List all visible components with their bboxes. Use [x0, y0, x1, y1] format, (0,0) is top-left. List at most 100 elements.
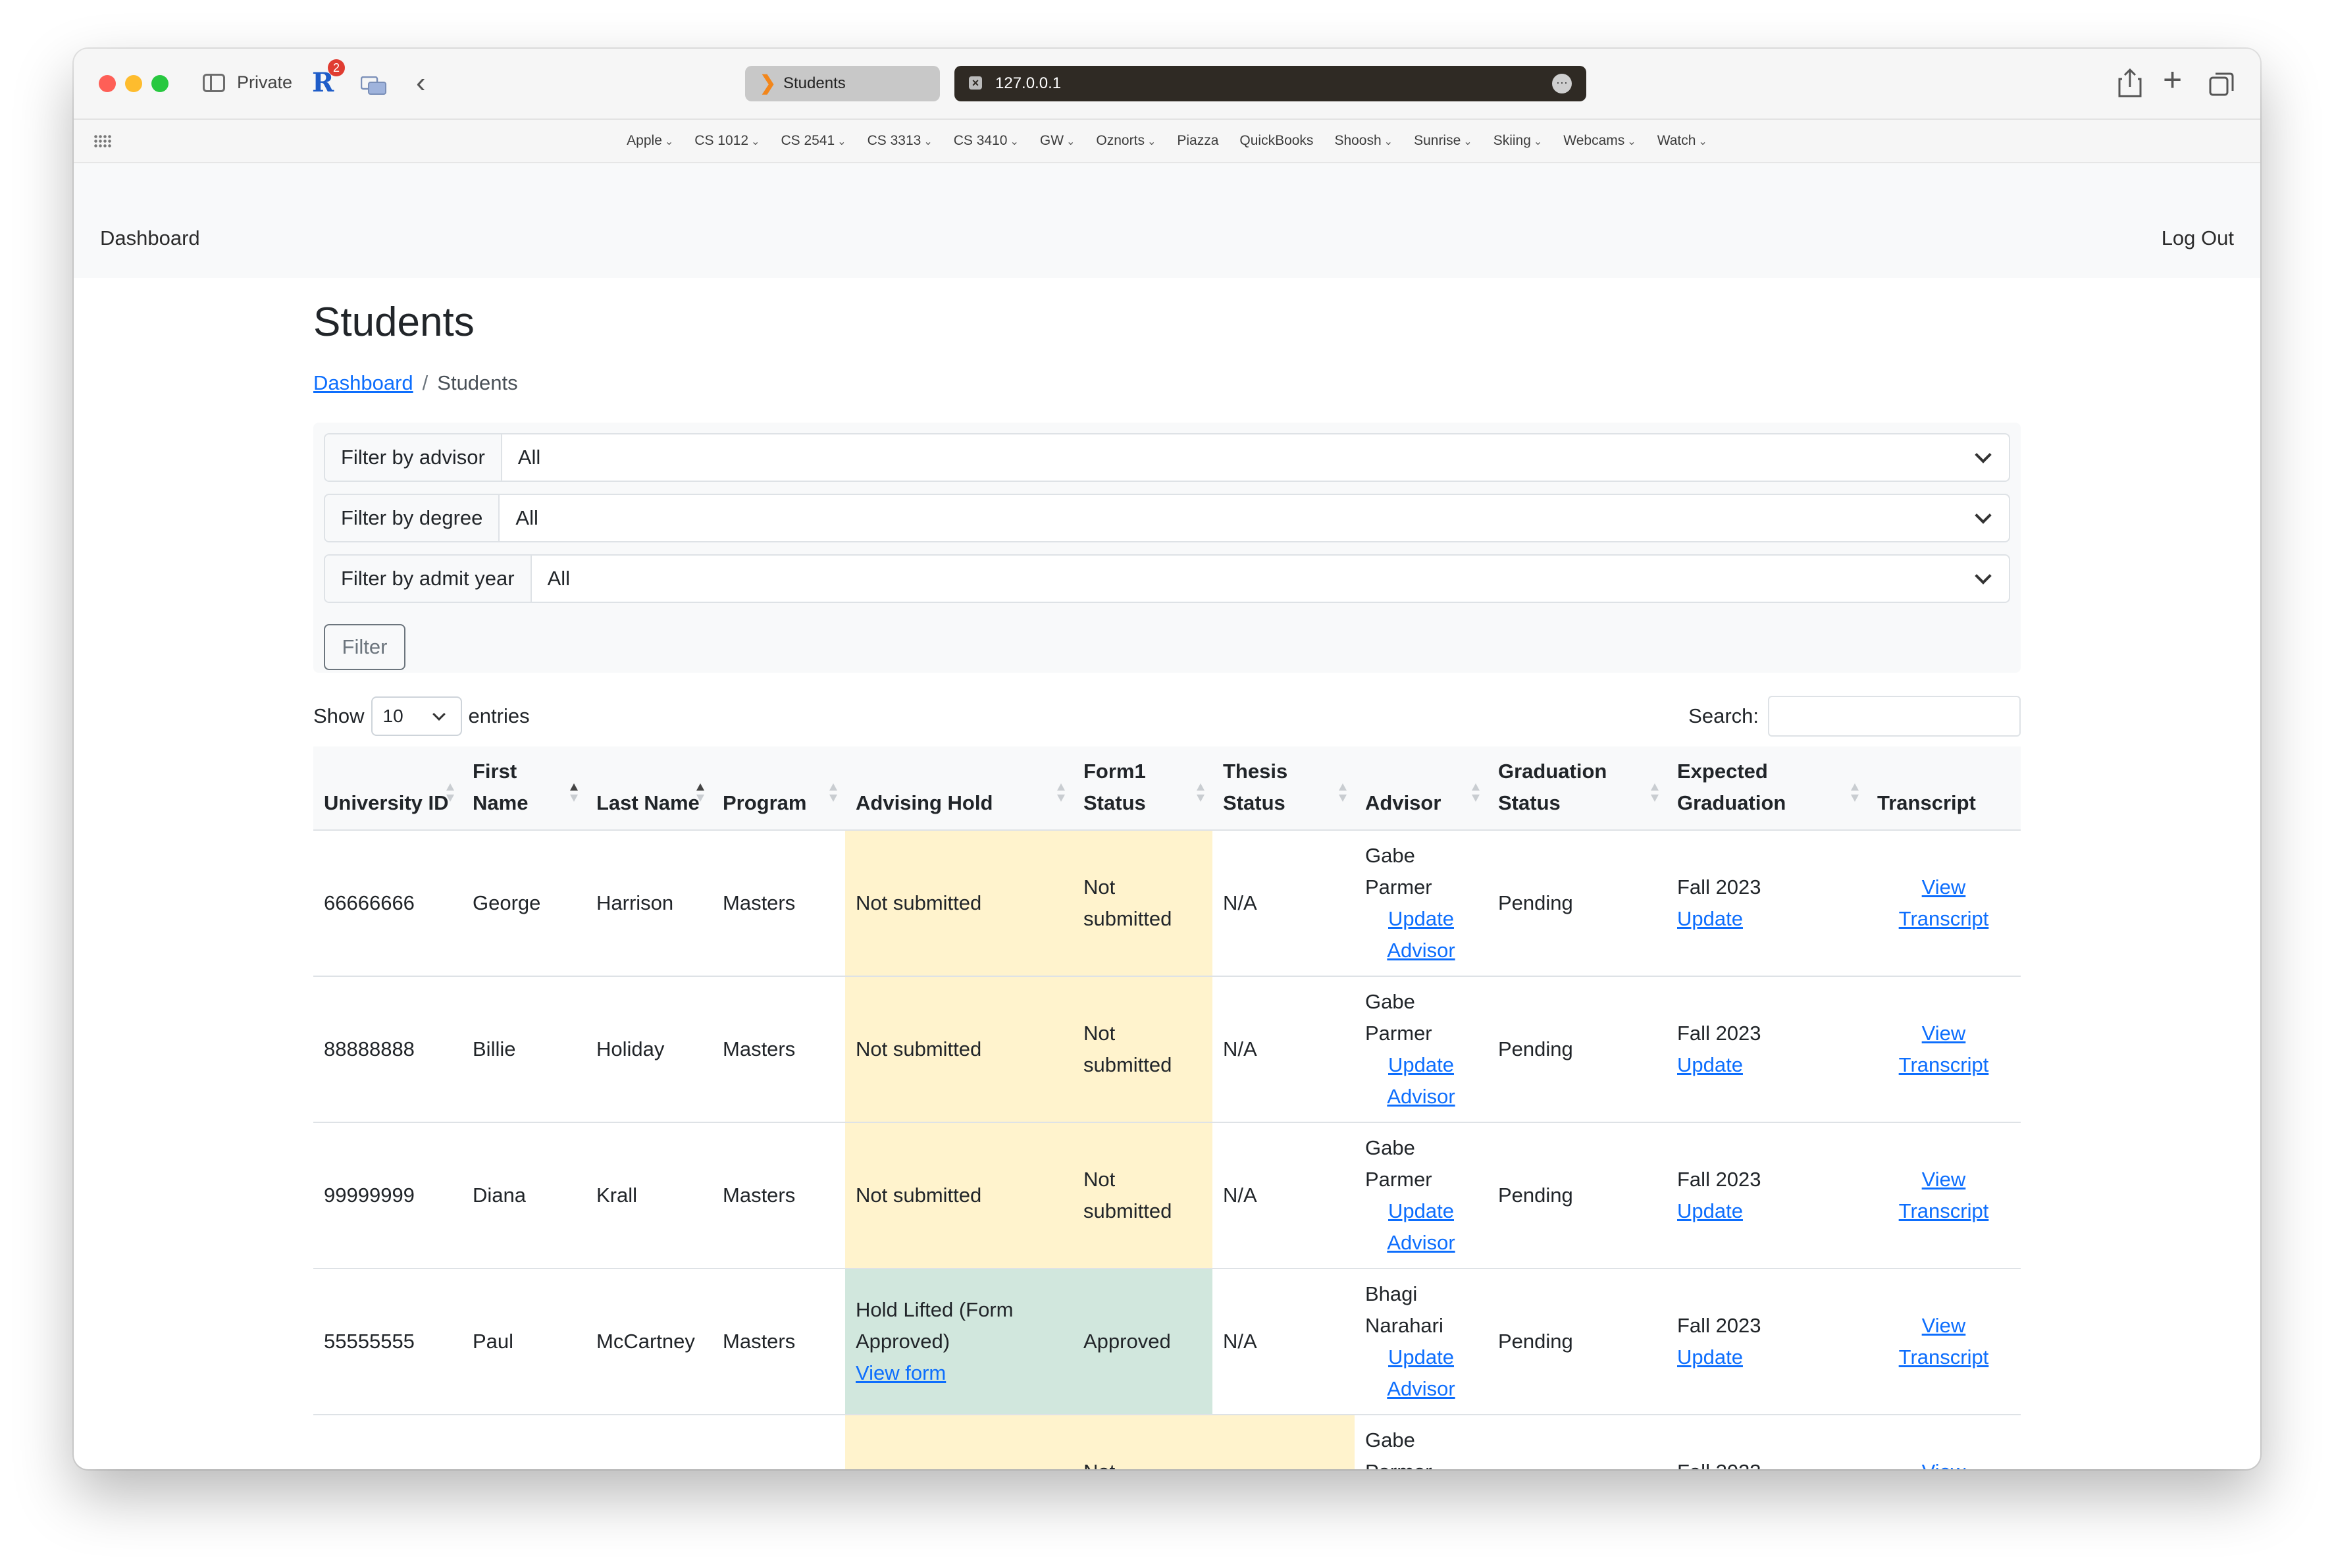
sort-icon — [1472, 783, 1480, 803]
logout-link[interactable]: Log Out — [2162, 226, 2234, 250]
view-form-link[interactable]: View form — [856, 1361, 946, 1384]
breadcrumb: Dashboard / Students — [313, 371, 518, 395]
expected-graduation-cell-text: Fall 2023 — [1677, 1168, 1761, 1191]
update-graduation-link[interactable]: Update — [1677, 1346, 1743, 1369]
form1-status-cell-text: Approved — [1083, 1330, 1171, 1353]
favorite-label: CS 2541 — [781, 133, 835, 148]
new-tab-plus-icon[interactable]: + — [2163, 63, 2182, 96]
column-header[interactable]: Advisor — [1355, 746, 1488, 831]
favorite-item[interactable]: Shoosh ⌄ — [1334, 133, 1393, 149]
column-header[interactable]: University ID — [313, 746, 462, 831]
favorite-item[interactable]: Sunrise ⌄ — [1414, 133, 1472, 149]
favorite-item[interactable]: CS 1012 ⌄ — [694, 133, 760, 149]
favorite-item[interactable]: GW ⌄ — [1040, 133, 1076, 149]
share-icon[interactable] — [2117, 68, 2143, 97]
breadcrumb-dashboard-link[interactable]: Dashboard — [313, 371, 413, 394]
nav-dashboard-link[interactable]: Dashboard — [100, 226, 200, 250]
search-input[interactable] — [1768, 696, 2021, 737]
advisor-select[interactable]: All — [502, 434, 2009, 481]
close-window-button[interactable] — [99, 75, 116, 92]
advising-hold-cell: Not submitted — [845, 976, 1073, 1123]
filter-button[interactable]: Filter — [324, 624, 405, 670]
update-graduation-link[interactable]: Update — [1677, 907, 1743, 930]
first-name-cell-text: Diana — [473, 1184, 526, 1207]
program-cell: PhD — [712, 1415, 845, 1469]
advisor-cell: Bhagi Narahari Update Advisor — [1355, 1268, 1488, 1415]
column-header-label: Program — [723, 791, 807, 814]
update-advisor-link[interactable]: Update Advisor — [1365, 1342, 1477, 1405]
column-header[interactable]: Expected Graduation — [1667, 746, 1867, 831]
address-bar[interactable]: × 127.0.0.1 ··· — [954, 66, 1586, 101]
form1-status-cell-text: Not submitted — [1083, 1168, 1172, 1222]
browser-toolbar: Private R 2 ‹ ❯ Students × 127.0.0.1 ···… — [74, 49, 2260, 120]
program-cell: Masters — [712, 1268, 845, 1415]
sort-icon — [446, 783, 454, 803]
thesis-status-cell: N/A — [1212, 976, 1355, 1123]
university-id-cell-text: 88888888 — [324, 1037, 415, 1060]
view-transcript-link[interactable]: View Transcript — [1899, 1022, 1989, 1076]
column-header[interactable]: Thesis Status — [1212, 746, 1355, 831]
column-header[interactable]: Transcript — [1867, 746, 2021, 831]
update-advisor-link[interactable]: Update Advisor — [1365, 903, 1477, 966]
view-transcript-link[interactable]: View Transcript — [1899, 1168, 1989, 1222]
favorite-item[interactable]: CS 2541 ⌄ — [781, 133, 846, 149]
degree-select[interactable]: All — [500, 495, 2009, 541]
extension-badge: 2 — [328, 59, 345, 76]
column-header[interactable]: Advising Hold — [845, 746, 1073, 831]
favorite-item[interactable]: CS 3410 ⌄ — [954, 133, 1019, 149]
show-label: Show — [313, 704, 365, 727]
zoom-window-button[interactable] — [151, 75, 169, 92]
sort-icon — [1851, 783, 1859, 803]
table-row: 00000001RingoStarrPhDNot submittedNot su… — [313, 1415, 2021, 1469]
page-length-select[interactable]: 10 — [371, 696, 462, 736]
update-advisor-link[interactable]: Update Advisor — [1365, 1195, 1477, 1259]
favorite-item[interactable]: Piazza — [1177, 133, 1218, 149]
column-header[interactable]: Form1 Status — [1073, 746, 1212, 831]
favorite-item[interactable]: QuickBooks — [1239, 133, 1313, 149]
form1-status-cell: Not submitted — [1073, 830, 1212, 977]
program-cell-text: Masters — [723, 891, 796, 914]
chevron-down-icon: ⌄ — [1698, 136, 1707, 147]
last-name-cell: Harrison — [586, 830, 712, 977]
tab-students[interactable]: ❯ Students — [745, 66, 940, 101]
favorite-item[interactable]: Watch ⌄ — [1657, 133, 1707, 149]
table-row: 99999999 Diana Krall Masters Not submitted No… — [313, 1122, 2021, 1269]
last-name-cell-text: Holiday — [596, 1037, 665, 1060]
last-name-cell-text: Harrison — [596, 891, 674, 914]
breadcrumb-separator: / — [422, 371, 428, 394]
tab-title: Students — [783, 74, 846, 92]
favorite-item[interactable]: Apple ⌄ — [627, 133, 673, 149]
university-id-cell: 99999999 — [313, 1122, 462, 1269]
column-header[interactable]: First Name — [462, 746, 586, 831]
column-header[interactable]: Program — [712, 746, 845, 831]
transcript-cell: View Transcript — [1867, 976, 2021, 1123]
tab-overview-icon[interactable] — [2209, 71, 2235, 97]
update-graduation-link[interactable]: Update — [1677, 1199, 1743, 1222]
first-name-cell: George — [462, 830, 586, 977]
more-options-icon[interactable]: ··· — [1552, 74, 1572, 93]
university-id-cell: 66666666 — [313, 830, 462, 977]
sidebar-icon[interactable] — [203, 74, 225, 92]
admit-year-select[interactable]: All — [532, 556, 2009, 602]
favorite-item[interactable]: Webcams ⌄ — [1563, 133, 1636, 149]
back-arrow-icon[interactable]: ‹ — [416, 68, 426, 97]
view-transcript-link[interactable]: View Transcript — [1899, 875, 1989, 930]
column-header-label: Advisor — [1365, 791, 1441, 814]
column-header[interactable]: Last Name — [586, 746, 712, 831]
column-header[interactable]: Graduation Status — [1488, 746, 1667, 831]
minimize-window-button[interactable] — [125, 75, 142, 92]
site-close-icon[interactable]: × — [969, 76, 982, 90]
tab-group-icon[interactable] — [361, 76, 387, 95]
update-graduation-link[interactable]: Update — [1677, 1053, 1743, 1076]
view-transcript-link[interactable]: View Transcript — [1899, 1314, 1989, 1369]
favorite-item[interactable]: Oznorts ⌄ — [1096, 133, 1156, 149]
first-name-cell-text: Paul — [473, 1330, 514, 1353]
students-table: University ID First Name Last Name Program A… — [313, 746, 2021, 1469]
favorite-item[interactable]: Skiing ⌄ — [1493, 133, 1543, 149]
view-transcript-link[interactable]: View Transcript — [1899, 1460, 1989, 1469]
chevron-down-icon: ⌄ — [1066, 136, 1076, 147]
graduation-status-cell: Pending — [1488, 830, 1667, 977]
sort-icon — [1339, 783, 1347, 803]
update-advisor-link[interactable]: Update Advisor — [1365, 1049, 1477, 1112]
favorite-item[interactable]: CS 3313 ⌄ — [868, 133, 933, 149]
